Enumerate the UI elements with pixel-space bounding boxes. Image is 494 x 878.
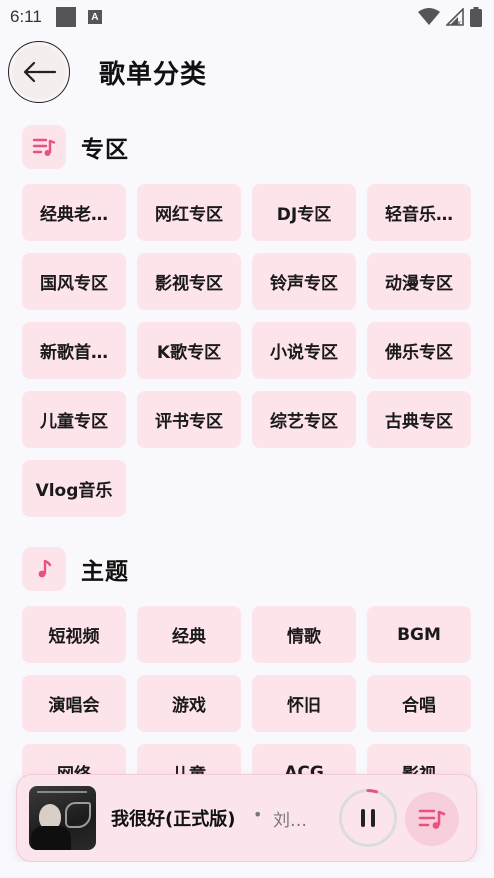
album-cover-script (65, 802, 91, 828)
mini-player[interactable]: 我很好(正式版) • 刘… (16, 774, 477, 862)
music-note-icon (38, 559, 52, 578)
section-title: 专区 (81, 137, 129, 163)
theme-grid: 短视频 经典 情歌 BGM 演唱会 游戏 怀旧 合唱 网络 儿童 ACG 影视 (22, 606, 474, 801)
category-chip[interactable]: 新歌首… (22, 322, 126, 379)
signal-icon: x (446, 8, 464, 26)
a-badge-icon: A (87, 10, 102, 24)
category-chip[interactable]: 国风专区 (22, 253, 126, 310)
bottom-nav-area (0, 862, 494, 878)
category-chip[interactable]: 怀旧 (252, 675, 356, 732)
page: 6:11 A x 歌单分类 专区 经典老… 网红专区 DJ专区 轻音乐… 国风专… (0, 0, 494, 878)
category-chip[interactable]: 评书专区 (137, 391, 241, 448)
album-cover-body (31, 826, 71, 850)
album-cover[interactable] (29, 786, 96, 850)
page-title: 歌单分类 (99, 60, 208, 90)
category-chip[interactable]: 经典老… (22, 184, 126, 241)
wifi-icon (418, 8, 440, 25)
back-button[interactable] (8, 41, 70, 103)
category-chip[interactable]: 古典专区 (367, 391, 471, 448)
section-title: 主题 (81, 559, 129, 585)
category-chip[interactable]: 铃声专区 (252, 253, 356, 310)
section-zone: 专区 经典老… 网红专区 DJ专区 轻音乐… 国风专区 影视专区 铃声专区 动漫… (22, 124, 474, 517)
category-chip[interactable]: 影视专区 (137, 253, 241, 310)
category-chip[interactable]: 游戏 (137, 675, 241, 732)
section-icon-box (22, 125, 66, 169)
category-chip[interactable]: 佛乐专区 (367, 322, 471, 379)
category-chip[interactable]: K歌专区 (137, 322, 241, 379)
playlist-button[interactable] (405, 792, 459, 846)
playlist-queue-icon (418, 809, 446, 829)
category-chip[interactable]: BGM (367, 606, 471, 663)
pause-button[interactable] (339, 789, 397, 847)
playlist-music-icon (32, 138, 56, 156)
category-chip[interactable]: 情歌 (252, 606, 356, 663)
status-time: 6:11 (10, 7, 42, 26)
category-chip[interactable]: 合唱 (367, 675, 471, 732)
section-header: 主题 (22, 546, 474, 592)
category-chip[interactable]: 小说专区 (252, 322, 356, 379)
section-icon-box (22, 547, 66, 591)
category-chip[interactable]: 网红专区 (137, 184, 241, 241)
zone-grid: 经典老… 网红专区 DJ专区 轻音乐… 国风专区 影视专区 铃声专区 动漫专区 … (22, 184, 474, 517)
category-chip[interactable]: 轻音乐… (367, 184, 471, 241)
pause-icon (361, 809, 375, 827)
category-chip[interactable]: 演唱会 (22, 675, 126, 732)
category-chip[interactable]: Vlog音乐 (22, 460, 126, 517)
category-chip[interactable]: 经典 (137, 606, 241, 663)
section-theme: 主题 短视频 经典 情歌 BGM 演唱会 游戏 怀旧 合唱 网络 儿童 ACG … (22, 546, 474, 801)
album-cover-text-line (37, 791, 87, 793)
title-separator: • (253, 805, 263, 824)
category-chip[interactable]: 短视频 (22, 606, 126, 663)
category-chip[interactable]: 儿童专区 (22, 391, 126, 448)
status-bar: 6:11 A x (0, 0, 494, 34)
category-chip[interactable]: 动漫专区 (367, 253, 471, 310)
artist-name: 刘… (273, 811, 307, 831)
section-header: 专区 (22, 124, 474, 170)
song-title: 我很好(正式版) (111, 809, 236, 830)
notification-square-icon (55, 7, 76, 27)
svg-text:x: x (457, 19, 461, 26)
header: 歌单分类 (0, 40, 494, 104)
category-chip[interactable]: 综艺专区 (252, 391, 356, 448)
battery-icon (470, 7, 482, 27)
arrow-left-icon (23, 61, 57, 83)
category-chip[interactable]: DJ专区 (252, 184, 356, 241)
status-right: x (418, 7, 482, 27)
